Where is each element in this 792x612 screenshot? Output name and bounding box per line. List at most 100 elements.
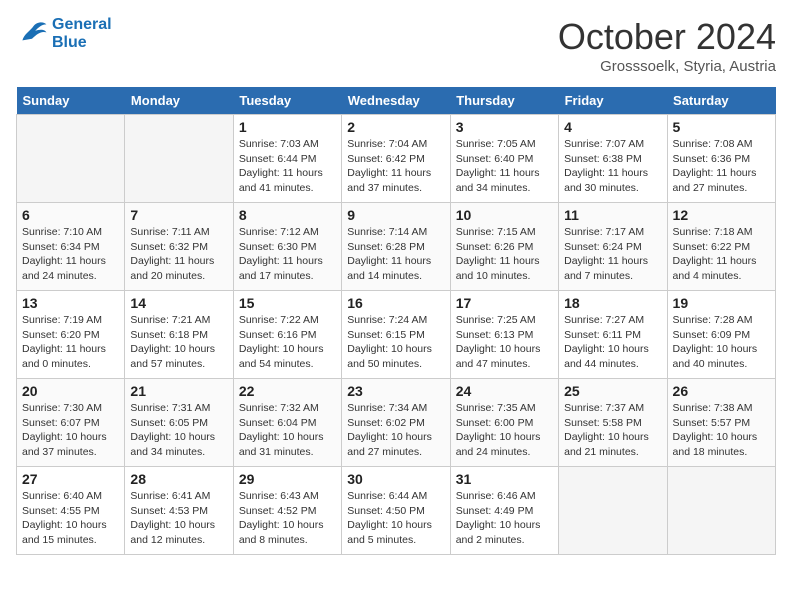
calendar-cell: 25 Sunrise: 7:37 AM Sunset: 5:58 PM Dayli… (559, 379, 667, 467)
day-info: Sunrise: 7:12 AM Sunset: 6:30 PM Dayligh… (239, 225, 336, 284)
logo-icon (16, 18, 48, 50)
day-info: Sunrise: 7:34 AM Sunset: 6:02 PM Dayligh… (347, 401, 444, 460)
day-number: 3 (456, 119, 553, 135)
day-info: Sunrise: 7:21 AM Sunset: 6:18 PM Dayligh… (130, 313, 227, 372)
day-info: Sunrise: 7:35 AM Sunset: 6:00 PM Dayligh… (456, 401, 553, 460)
day-number: 14 (130, 295, 227, 311)
logo: General Blue (16, 16, 112, 51)
calendar-table: SundayMondayTuesdayWednesdayThursdayFrid… (16, 87, 776, 555)
calendar-cell: 15 Sunrise: 7:22 AM Sunset: 6:16 PM Dayli… (233, 291, 341, 379)
month-title: October 2024 (558, 16, 776, 58)
calendar-cell: 17Sunrise: 7:25 AM Sunset: 6:13 PM Dayli… (450, 291, 558, 379)
calendar-cell (17, 115, 125, 203)
calendar-cell: 2Sunrise: 7:04 AM Sunset: 6:42 PM Daylig… (342, 115, 450, 203)
calendar-cell: 4Sunrise: 7:07 AM Sunset: 6:38 PM Daylig… (559, 115, 667, 203)
day-info: Sunrise: 7:27 AM Sunset: 6:11 PM Dayligh… (564, 313, 661, 372)
calendar-cell: 1 Sunrise: 7:03 AM Sunset: 6:44 PM Daylig… (233, 115, 341, 203)
day-header-sunday: Sunday (17, 87, 125, 115)
day-info: Sunrise: 7:38 AM Sunset: 5:57 PM Dayligh… (673, 401, 770, 460)
day-number: 1 (239, 119, 336, 135)
calendar-cell: 18 Sunrise: 7:27 AM Sunset: 6:11 PM Dayli… (559, 291, 667, 379)
calendar-cell: 28Sunrise: 6:41 AM Sunset: 4:53 PM Dayli… (125, 467, 233, 555)
header: General Blue October 2024 Grosssoelk, St… (16, 16, 776, 75)
calendar-cell: 5 Sunrise: 7:08 AM Sunset: 6:36 PM Daylig… (667, 115, 775, 203)
day-info: Sunrise: 7:37 AM Sunset: 5:58 PM Dayligh… (564, 401, 661, 460)
day-number: 27 (22, 471, 119, 487)
calendar-cell: 16 Sunrise: 7:24 AM Sunset: 6:15 PM Dayli… (342, 291, 450, 379)
day-number: 22 (239, 383, 336, 399)
calendar-cell: 29 Sunrise: 6:43 AM Sunset: 4:52 PM Dayli… (233, 467, 341, 555)
calendar-cell (667, 467, 775, 555)
day-info: Sunrise: 7:28 AM Sunset: 6:09 PM Dayligh… (673, 313, 770, 372)
day-info: Sunrise: 7:18 AM Sunset: 6:22 PM Dayligh… (673, 225, 770, 284)
day-number: 19 (673, 295, 770, 311)
day-number: 7 (130, 207, 227, 223)
calendar-cell: 12 Sunrise: 7:18 AM Sunset: 6:22 PM Dayli… (667, 203, 775, 291)
week-row-4: 20Sunrise: 7:30 AM Sunset: 6:07 PM Dayli… (17, 379, 776, 467)
day-info: Sunrise: 7:08 AM Sunset: 6:36 PM Dayligh… (673, 137, 770, 196)
calendar-cell: 11 Sunrise: 7:17 AM Sunset: 6:24 PM Dayli… (559, 203, 667, 291)
day-number: 31 (456, 471, 553, 487)
calendar-cell: 10 Sunrise: 7:15 AM Sunset: 6:26 PM Dayli… (450, 203, 558, 291)
week-row-2: 6Sunrise: 7:10 AM Sunset: 6:34 PM Daylig… (17, 203, 776, 291)
day-info: Sunrise: 6:41 AM Sunset: 4:53 PM Dayligh… (130, 489, 227, 548)
logo-text: General Blue (52, 16, 112, 51)
location-subtitle: Grosssoelk, Styria, Austria (558, 58, 776, 75)
day-info: Sunrise: 7:22 AM Sunset: 6:16 PM Dayligh… (239, 313, 336, 372)
day-number: 10 (456, 207, 553, 223)
day-number: 29 (239, 471, 336, 487)
day-info: Sunrise: 7:05 AM Sunset: 6:40 PM Dayligh… (456, 137, 553, 196)
week-row-1: 1 Sunrise: 7:03 AM Sunset: 6:44 PM Daylig… (17, 115, 776, 203)
day-info: Sunrise: 7:19 AM Sunset: 6:20 PM Dayligh… (22, 313, 119, 372)
day-info: Sunrise: 7:07 AM Sunset: 6:38 PM Dayligh… (564, 137, 661, 196)
day-number: 11 (564, 207, 661, 223)
day-header-thursday: Thursday (450, 87, 558, 115)
calendar-cell: 3 Sunrise: 7:05 AM Sunset: 6:40 PM Daylig… (450, 115, 558, 203)
day-number: 2 (347, 119, 444, 135)
day-info: Sunrise: 7:11 AM Sunset: 6:32 PM Dayligh… (130, 225, 227, 284)
calendar-cell: 8 Sunrise: 7:12 AM Sunset: 6:30 PM Daylig… (233, 203, 341, 291)
day-info: Sunrise: 6:40 AM Sunset: 4:55 PM Dayligh… (22, 489, 119, 548)
day-header-friday: Friday (559, 87, 667, 115)
day-info: Sunrise: 6:43 AM Sunset: 4:52 PM Dayligh… (239, 489, 336, 548)
day-number: 26 (673, 383, 770, 399)
day-number: 21 (130, 383, 227, 399)
calendar-cell: 31 Sunrise: 6:46 AM Sunset: 4:49 PM Dayli… (450, 467, 558, 555)
calendar-cell: 13 Sunrise: 7:19 AM Sunset: 6:20 PM Dayli… (17, 291, 125, 379)
calendar-cell: 21 Sunrise: 7:31 AM Sunset: 6:05 PM Dayli… (125, 379, 233, 467)
week-row-5: 27 Sunrise: 6:40 AM Sunset: 4:55 PM Dayli… (17, 467, 776, 555)
calendar-cell: 24Sunrise: 7:35 AM Sunset: 6:00 PM Dayli… (450, 379, 558, 467)
day-number: 8 (239, 207, 336, 223)
calendar-cell: 26 Sunrise: 7:38 AM Sunset: 5:57 PM Dayli… (667, 379, 775, 467)
day-number: 13 (22, 295, 119, 311)
day-number: 15 (239, 295, 336, 311)
calendar-cell: 9Sunrise: 7:14 AM Sunset: 6:28 PM Daylig… (342, 203, 450, 291)
day-number: 23 (347, 383, 444, 399)
day-info: Sunrise: 7:17 AM Sunset: 6:24 PM Dayligh… (564, 225, 661, 284)
day-info: Sunrise: 7:25 AM Sunset: 6:13 PM Dayligh… (456, 313, 553, 372)
day-number: 5 (673, 119, 770, 135)
day-info: Sunrise: 7:31 AM Sunset: 6:05 PM Dayligh… (130, 401, 227, 460)
day-number: 12 (673, 207, 770, 223)
day-info: Sunrise: 7:15 AM Sunset: 6:26 PM Dayligh… (456, 225, 553, 284)
day-header-monday: Monday (125, 87, 233, 115)
day-info: Sunrise: 7:30 AM Sunset: 6:07 PM Dayligh… (22, 401, 119, 460)
day-number: 25 (564, 383, 661, 399)
calendar-cell: 22Sunrise: 7:32 AM Sunset: 6:04 PM Dayli… (233, 379, 341, 467)
day-info: Sunrise: 7:03 AM Sunset: 6:44 PM Dayligh… (239, 137, 336, 196)
week-row-3: 13 Sunrise: 7:19 AM Sunset: 6:20 PM Dayli… (17, 291, 776, 379)
day-number: 18 (564, 295, 661, 311)
day-number: 9 (347, 207, 444, 223)
title-area: October 2024 Grosssoelk, Styria, Austria (558, 16, 776, 75)
day-number: 30 (347, 471, 444, 487)
calendar-cell: 6Sunrise: 7:10 AM Sunset: 6:34 PM Daylig… (17, 203, 125, 291)
day-header-tuesday: Tuesday (233, 87, 341, 115)
day-number: 16 (347, 295, 444, 311)
calendar-cell: 23 Sunrise: 7:34 AM Sunset: 6:02 PM Dayli… (342, 379, 450, 467)
day-info: Sunrise: 7:24 AM Sunset: 6:15 PM Dayligh… (347, 313, 444, 372)
days-header-row: SundayMondayTuesdayWednesdayThursdayFrid… (17, 87, 776, 115)
day-info: Sunrise: 6:46 AM Sunset: 4:49 PM Dayligh… (456, 489, 553, 548)
calendar-cell: 14 Sunrise: 7:21 AM Sunset: 6:18 PM Dayli… (125, 291, 233, 379)
day-header-wednesday: Wednesday (342, 87, 450, 115)
day-info: Sunrise: 7:10 AM Sunset: 6:34 PM Dayligh… (22, 225, 119, 284)
